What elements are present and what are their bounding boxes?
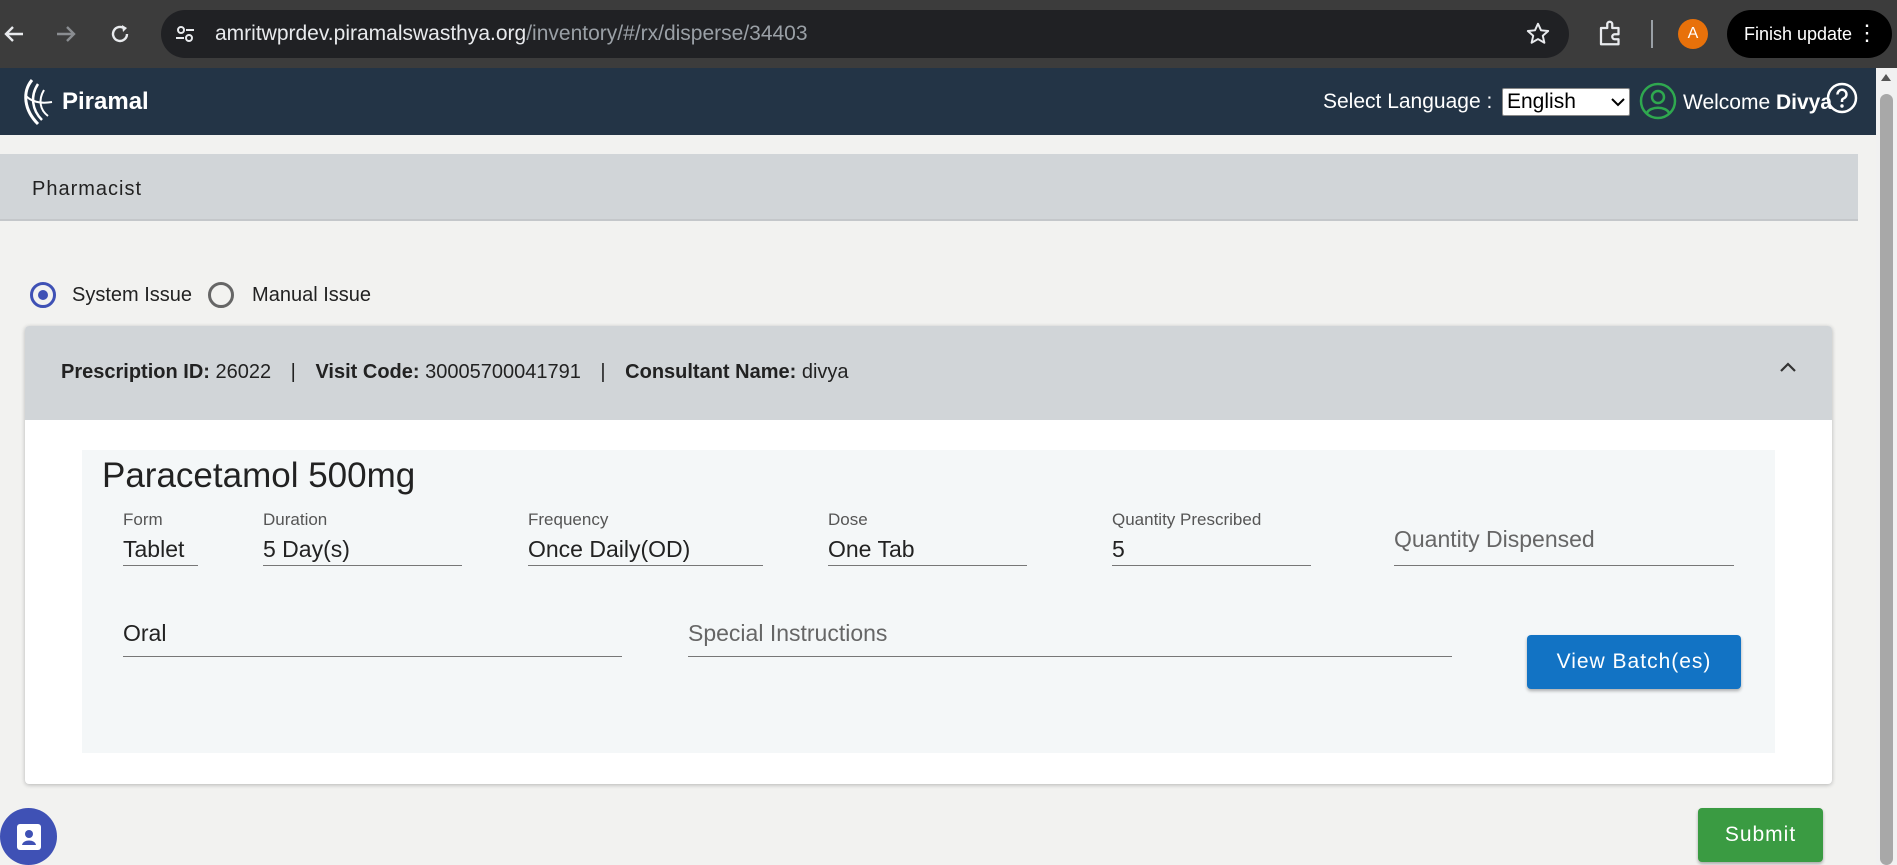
manual-issue-label[interactable]: Manual Issue (252, 284, 371, 307)
toolbar-divider (1651, 20, 1653, 48)
manual-issue-radio[interactable] (208, 282, 235, 308)
user-avatar-icon[interactable] (1639, 82, 1677, 125)
drug-card: Paracetamol 500mg Form Tablet Duration 5… (82, 450, 1775, 753)
prescription-panel-header[interactable]: Prescription ID: 26022 | Visit Code: 300… (25, 326, 1832, 420)
role-title-bar: Pharmacist (0, 154, 1858, 221)
role-title: Pharmacist (32, 178, 143, 200)
field-underline (828, 565, 1027, 566)
info-separator: | (600, 361, 606, 383)
extensions-icon[interactable] (1596, 18, 1626, 53)
language-selected-value: English (1507, 90, 1576, 113)
chevron-up-icon[interactable] (1778, 360, 1798, 379)
language-select[interactable]: English (1502, 88, 1630, 116)
welcome-text: Welcome Divya (1683, 91, 1832, 115)
system-issue-radio[interactable] (30, 282, 56, 308)
special-instructions-placeholder: Special Instructions (688, 620, 888, 646)
prescription-info: Prescription ID: 26022 | Visit Code: 300… (61, 361, 849, 384)
welcome-label: Welcome (1683, 91, 1771, 114)
consultant-name-label: Consultant Name: (625, 361, 797, 383)
form-value: Tablet (123, 536, 185, 562)
language-label: Select Language : (1323, 90, 1493, 113)
address-bar[interactable]: amritwprdev.piramalswasthya.org/inventor… (161, 10, 1569, 58)
back-icon[interactable] (0, 14, 34, 54)
page-scrollbar[interactable] (1876, 68, 1897, 865)
field-underline (263, 565, 462, 566)
submit-button[interactable]: Submit (1698, 808, 1823, 862)
visit-code-label: Visit Code: (315, 361, 420, 383)
visit-code-value: 30005700041791 (425, 361, 581, 383)
route-field: Oral (123, 610, 622, 657)
duration-label: Duration (263, 510, 328, 529)
field-underline (528, 565, 763, 566)
bookmark-star-icon[interactable] (1525, 21, 1551, 52)
view-batches-button[interactable]: View Batch(es) (1527, 635, 1741, 689)
system-issue-label[interactable]: System Issue (72, 284, 192, 307)
dose-label: Dose (828, 510, 868, 529)
site-settings-icon[interactable] (173, 22, 197, 46)
url-text: amritwprdev.piramalswasthya.org/inventor… (215, 22, 808, 45)
duration-field: Duration 5 Day(s) (263, 510, 462, 566)
issue-type-radio-group: System Issue Manual Issue (30, 280, 371, 310)
profile-avatar[interactable]: A (1678, 19, 1708, 49)
prescription-id-value: 26022 (215, 361, 272, 383)
scroll-up-arrow-icon[interactable] (1881, 74, 1891, 81)
frequency-field: Frequency Once Daily(OD) (528, 510, 763, 566)
browser-toolbar: amritwprdev.piramalswasthya.org/inventor… (0, 0, 1897, 69)
logo-text: Piramal (62, 88, 149, 115)
user-name: Divya (1775, 91, 1833, 114)
drug-name: Paracetamol 500mg (102, 456, 416, 495)
field-underline (123, 656, 622, 657)
finish-update-label: Finish update (1744, 23, 1853, 44)
info-separator: | (290, 361, 296, 383)
frequency-label: Frequency (528, 510, 609, 529)
prescription-panel: Prescription ID: 26022 | Visit Code: 300… (25, 326, 1832, 784)
prescription-id-label: Prescription ID: (61, 361, 210, 383)
quantity-dispensed-input[interactable]: Quantity Dispensed (1394, 510, 1734, 566)
piramal-logo: Piramal (18, 76, 149, 128)
form-label: Form (123, 510, 163, 529)
field-underline (688, 656, 1452, 657)
piramal-logo-icon (24, 79, 53, 126)
duration-value: 5 Day(s) (263, 536, 350, 562)
finish-update-button[interactable]: Finish update ⋮ (1727, 10, 1892, 58)
contact-fab-button[interactable] (0, 808, 57, 865)
more-menu-icon[interactable]: ⋮ (1856, 22, 1878, 44)
quantity-prescribed-field: Quantity Prescribed 5 (1112, 510, 1311, 566)
chevron-down-icon (1611, 98, 1625, 107)
field-underline (1394, 565, 1734, 566)
forward-icon[interactable] (46, 14, 86, 54)
scroll-thumb[interactable] (1880, 94, 1893, 865)
dose-value: One Tab (828, 536, 915, 562)
app-header: Piramal Select Language : English Welcom… (0, 68, 1876, 135)
quantity-prescribed-value: 5 (1112, 536, 1125, 562)
contact-book-icon (16, 823, 41, 850)
help-icon[interactable] (1826, 82, 1858, 119)
quantity-dispensed-placeholder: Quantity Dispensed (1394, 526, 1595, 552)
special-instructions-input[interactable]: Special Instructions (688, 610, 1452, 657)
field-underline (123, 565, 198, 566)
dose-field: Dose One Tab (828, 510, 1027, 566)
reload-icon[interactable] (100, 14, 140, 54)
consultant-name-value: divya (801, 361, 849, 383)
form-field: Form Tablet (123, 510, 198, 566)
quantity-prescribed-label: Quantity Prescribed (1112, 510, 1262, 529)
field-underline (1112, 565, 1311, 566)
frequency-value: Once Daily(OD) (528, 536, 691, 562)
route-value: Oral (123, 620, 167, 646)
